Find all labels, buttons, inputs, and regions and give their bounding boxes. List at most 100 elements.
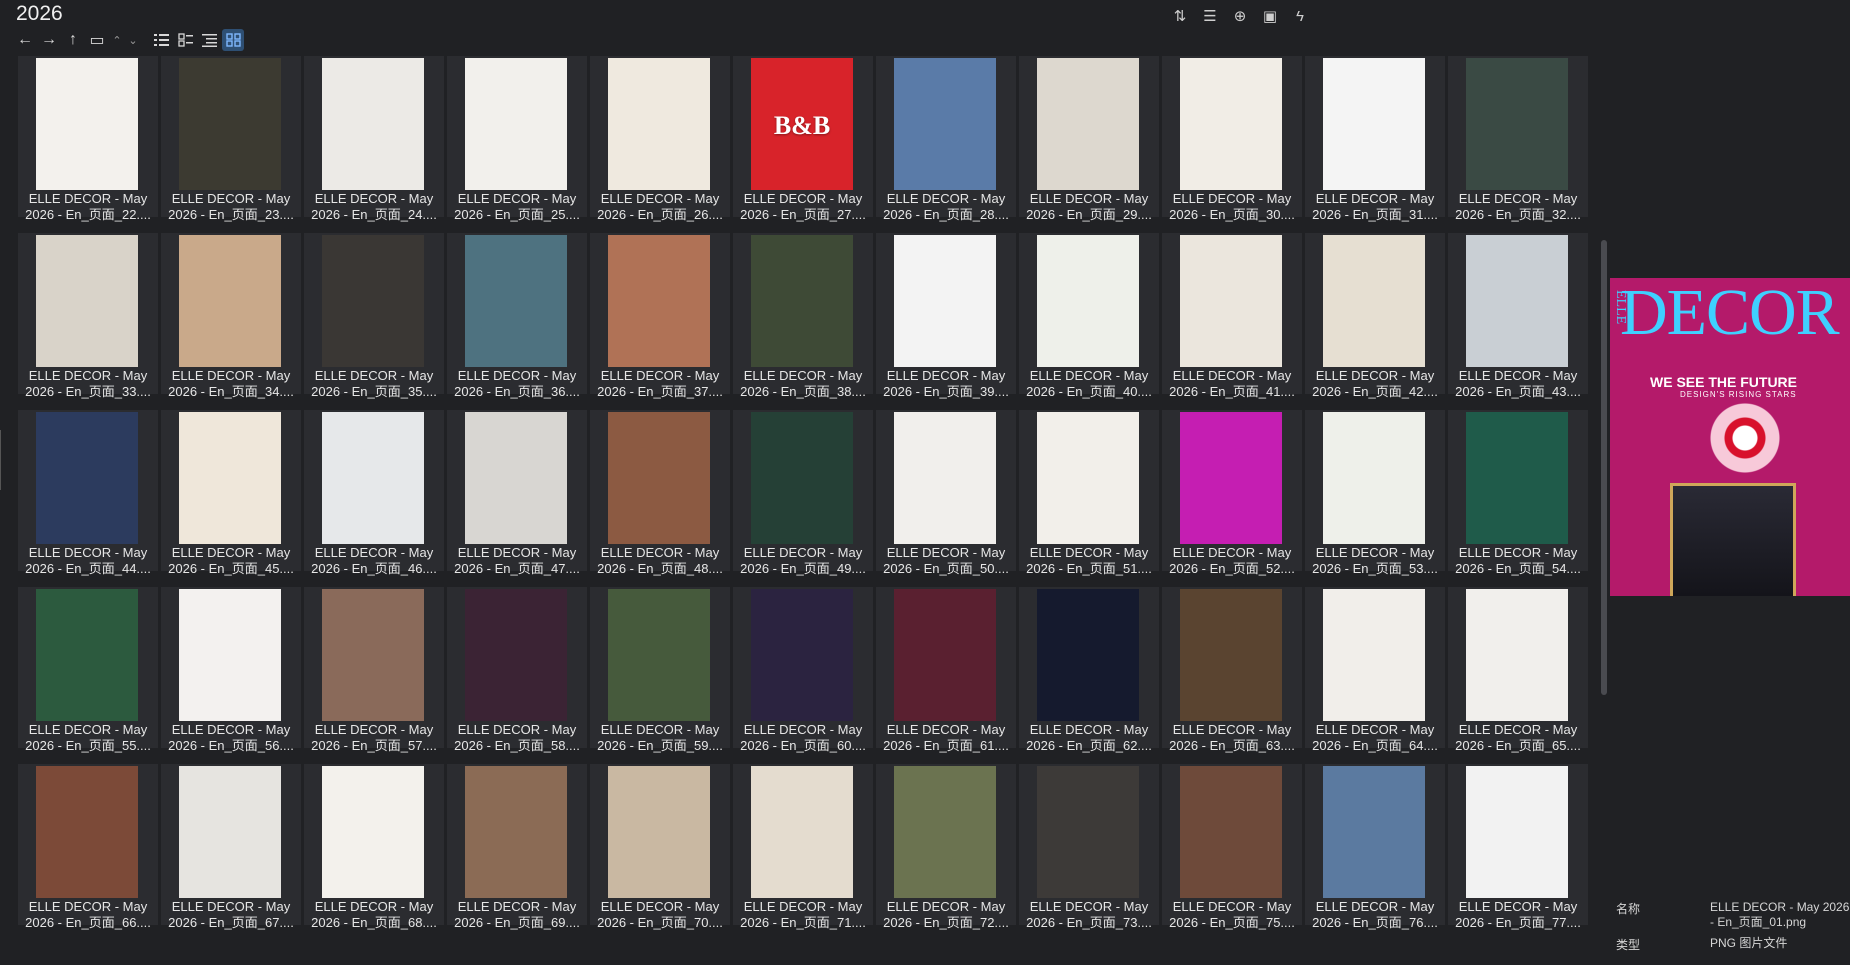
file-thumbnail-item[interactable]: ELLE DECOR - May 2026 - En_页面_51.... <box>1019 410 1159 576</box>
file-thumbnail-item[interactable]: ELLE DECOR - May 2026 - En_页面_32.... <box>1448 56 1588 222</box>
file-thumbnail-item[interactable]: ELLE DECOR - May 2026 - En_页面_64.... <box>1305 587 1445 753</box>
file-thumbnail-item[interactable]: ELLE DECOR - May 2026 - En_页面_62.... <box>1019 587 1159 753</box>
details-view-icon[interactable] <box>150 29 172 51</box>
file-thumbnail-item[interactable]: ELLE DECOR - May 2026 - En_页面_40.... <box>1019 233 1159 399</box>
file-thumbnail-item[interactable]: ELLE DECOR - May 2026 - En_页面_47.... <box>447 410 587 576</box>
columns-icon[interactable]: ☰ <box>1198 4 1222 28</box>
file-thumbnail-item[interactable]: ELLE DECOR - May 2026 - En_页面_67.... <box>161 764 301 930</box>
file-thumbnail-item[interactable]: ELLE DECOR - May 2026 - En_页面_69.... <box>447 764 587 930</box>
file-thumbnail-item[interactable]: ELLE DECOR - May 2026 - En_页面_57.... <box>304 587 444 753</box>
file-thumbnail-item[interactable]: ELLE DECOR - May 2026 - En_页面_63.... <box>1162 587 1302 753</box>
file-name-label: ELLE DECOR - May 2026 - En_页面_26.... <box>592 191 728 223</box>
file-name-label: ELLE DECOR - May 2026 - En_页面_23.... <box>163 191 299 223</box>
vertical-scrollbar[interactable] <box>1600 50 1608 950</box>
file-name-line2: 2026 - En_页面_26.... <box>597 207 723 222</box>
file-name-line1: ELLE DECOR - May <box>28 722 148 737</box>
file-thumbnail-item[interactable]: ELLE DECOR - May 2026 - En_页面_56.... <box>161 587 301 753</box>
file-thumbnail-item[interactable]: ELLE DECOR - May 2026 - En_页面_39.... <box>876 233 1016 399</box>
file-thumbnail-item[interactable]: ELLE DECOR - May 2026 - En_页面_45.... <box>161 410 301 576</box>
file-thumbnail-item[interactable]: ELLE DECOR - May 2026 - En_页面_73.... <box>1019 764 1159 930</box>
list-view-icon[interactable] <box>174 29 196 51</box>
back-arrow-icon[interactable]: ← <box>14 29 36 51</box>
file-thumbnail-item[interactable]: ELLE DECOR - May 2026 - En_页面_72.... <box>876 764 1016 930</box>
file-thumbnail-item[interactable]: ELLE DECOR - May 2026 - En_页面_66.... <box>18 764 158 930</box>
thumbnails-view-icon[interactable] <box>222 29 244 51</box>
file-name-label: ELLE DECOR - May 2026 - En_页面_65.... <box>1450 722 1586 754</box>
tiles-view-icon[interactable] <box>198 29 220 51</box>
file-thumbnail-item[interactable]: ELLE DECOR - May 2026 - En_页面_28.... <box>876 56 1016 222</box>
file-thumbnail-item[interactable]: ELLE DECOR - May 2026 - En_页面_37.... <box>590 233 730 399</box>
thumbnail-image <box>1323 589 1425 721</box>
up-arrow-icon[interactable]: ↑ <box>62 29 84 51</box>
file-thumbnail-item[interactable]: ELLE DECOR - May 2026 - En_页面_44.... <box>18 410 158 576</box>
file-name-line1: ELLE DECOR - May <box>457 899 577 914</box>
file-name-label: ELLE DECOR - May 2026 - En_页面_43.... <box>1450 368 1586 400</box>
file-thumbnail-item[interactable]: ELLE DECOR - May 2026 - En_页面_54.... <box>1448 410 1588 576</box>
file-thumbnail-item[interactable]: ELLE DECOR - May 2026 - En_页面_58.... <box>447 587 587 753</box>
file-name-line2: 2026 - En_页面_36.... <box>454 384 580 399</box>
file-thumbnail-item[interactable]: ELLE DECOR - May 2026 - En_页面_29.... <box>1019 56 1159 222</box>
thumbnail-image <box>36 412 138 544</box>
file-thumbnail-item[interactable]: ELLE DECOR - May 2026 - En_页面_41.... <box>1162 233 1302 399</box>
forward-arrow-icon[interactable]: → <box>38 29 60 51</box>
sort-icon[interactable]: ⇅ <box>1168 4 1192 28</box>
thumbnail-image <box>1180 235 1282 367</box>
clipboard-icon[interactable]: ▣ <box>1258 4 1282 28</box>
file-thumbnail-item[interactable]: ELLE DECOR - May 2026 - En_页面_33.... <box>18 233 158 399</box>
file-name-line1: ELLE DECOR - May <box>1315 722 1435 737</box>
file-thumbnail-item[interactable]: ELLE DECOR - May 2026 - En_页面_50.... <box>876 410 1016 576</box>
add-icon[interactable]: ⊕ <box>1228 4 1252 28</box>
folder-icon[interactable]: ▭ <box>86 29 108 51</box>
scrollbar-thumb[interactable] <box>1601 240 1607 695</box>
file-thumbnail-item[interactable]: ELLE DECOR - May 2026 - En_页面_49.... <box>733 410 873 576</box>
file-thumbnail-item[interactable]: ELLE DECOR - May 2026 - En_页面_68.... <box>304 764 444 930</box>
thumbnail-image <box>1466 589 1568 721</box>
file-thumbnail-item[interactable]: ELLE DECOR - May 2026 - En_页面_42.... <box>1305 233 1445 399</box>
file-thumbnail-item[interactable]: ELLE DECOR - May 2026 - En_页面_30.... <box>1162 56 1302 222</box>
file-name-label: ELLE DECOR - May 2026 - En_页面_58.... <box>449 722 585 754</box>
file-name-label: ELLE DECOR - May 2026 - En_页面_55.... <box>20 722 156 754</box>
file-name-label: ELLE DECOR - May 2026 - En_页面_48.... <box>592 545 728 577</box>
file-thumbnail-item[interactable]: ELLE DECOR - May 2026 - En_页面_25.... <box>447 56 587 222</box>
file-thumbnail-item[interactable]: ELLE DECOR - May 2026 - En_页面_71.... <box>733 764 873 930</box>
file-thumbnail-item[interactable]: ELLE DECOR - May 2026 - En_页面_76.... <box>1305 764 1445 930</box>
file-thumbnail-item[interactable]: ELLE DECOR - May 2026 - En_页面_36.... <box>447 233 587 399</box>
file-thumbnail-item[interactable]: ELLE DECOR - May 2026 - En_页面_35.... <box>304 233 444 399</box>
file-thumbnail-item[interactable]: ELLE DECOR - May 2026 - En_页面_52.... <box>1162 410 1302 576</box>
flash-icon[interactable]: ϟ <box>1288 4 1312 28</box>
file-thumbnail-item[interactable]: ELLE DECOR - May 2026 - En_页面_23.... <box>161 56 301 222</box>
file-thumbnail-item[interactable]: B&B ELLE DECOR - May 2026 - En_页面_27.... <box>733 56 873 222</box>
file-thumbnail-item[interactable]: ELLE DECOR - May 2026 - En_页面_22.... <box>18 56 158 222</box>
file-thumbnail-item[interactable]: ELLE DECOR - May 2026 - En_页面_61.... <box>876 587 1016 753</box>
file-thumbnail-item[interactable]: ELLE DECOR - May 2026 - En_页面_26.... <box>590 56 730 222</box>
file-name-line2: 2026 - En_页面_30.... <box>1169 207 1295 222</box>
file-thumbnail-item[interactable]: ELLE DECOR - May 2026 - En_页面_60.... <box>733 587 873 753</box>
file-thumbnail-item[interactable]: ELLE DECOR - May 2026 - En_页面_38.... <box>733 233 873 399</box>
file-thumbnail-item[interactable]: ELLE DECOR - May 2026 - En_页面_48.... <box>590 410 730 576</box>
file-name-line1: ELLE DECOR - May <box>1172 191 1292 206</box>
thumbnail-image <box>322 58 424 190</box>
file-name-line2: 2026 - En_页面_29.... <box>1026 207 1152 222</box>
file-thumbnail-item[interactable]: ELLE DECOR - May 2026 - En_页面_59.... <box>590 587 730 753</box>
file-name-label: ELLE DECOR - May 2026 - En_页面_24.... <box>306 191 442 223</box>
file-name-label: ELLE DECOR - May 2026 - En_页面_53.... <box>1307 545 1443 577</box>
file-thumbnail-item[interactable]: ELLE DECOR - May 2026 - En_页面_31.... <box>1305 56 1445 222</box>
file-thumbnail-item[interactable]: ELLE DECOR - May 2026 - En_页面_55.... <box>18 587 158 753</box>
collapse-down-icon[interactable]: ⌄ <box>126 29 140 51</box>
file-thumbnail-item[interactable]: ELLE DECOR - May 2026 - En_页面_24.... <box>304 56 444 222</box>
file-thumbnail-item[interactable]: ELLE DECOR - May 2026 - En_页面_46.... <box>304 410 444 576</box>
file-thumbnail-item[interactable]: ELLE DECOR - May 2026 - En_页面_43.... <box>1448 233 1588 399</box>
file-thumbnail-item[interactable]: ELLE DECOR - May 2026 - En_页面_53.... <box>1305 410 1445 576</box>
file-thumbnail-item[interactable]: ELLE DECOR - May 2026 - En_页面_34.... <box>161 233 301 399</box>
file-name-label: ELLE DECOR - May 2026 - En_页面_30.... <box>1164 191 1300 223</box>
thumbnail-image <box>608 412 710 544</box>
thumbnail-image <box>179 589 281 721</box>
file-thumbnail-item[interactable]: ELLE DECOR - May 2026 - En_页面_75.... <box>1162 764 1302 930</box>
file-thumbnail-item[interactable]: ELLE DECOR - May 2026 - En_页面_70.... <box>590 764 730 930</box>
file-name-line2: 2026 - En_页面_50.... <box>883 561 1009 576</box>
file-thumbnail-item[interactable]: ELLE DECOR - May 2026 - En_页面_65.... <box>1448 587 1588 753</box>
file-thumbnail-item[interactable]: ELLE DECOR - May 2026 - En_页面_77.... <box>1448 764 1588 930</box>
thumbnail-image <box>1323 766 1425 898</box>
file-name-line1: ELLE DECOR - May <box>886 191 1006 206</box>
collapse-up-icon[interactable]: ⌃ <box>110 29 124 51</box>
